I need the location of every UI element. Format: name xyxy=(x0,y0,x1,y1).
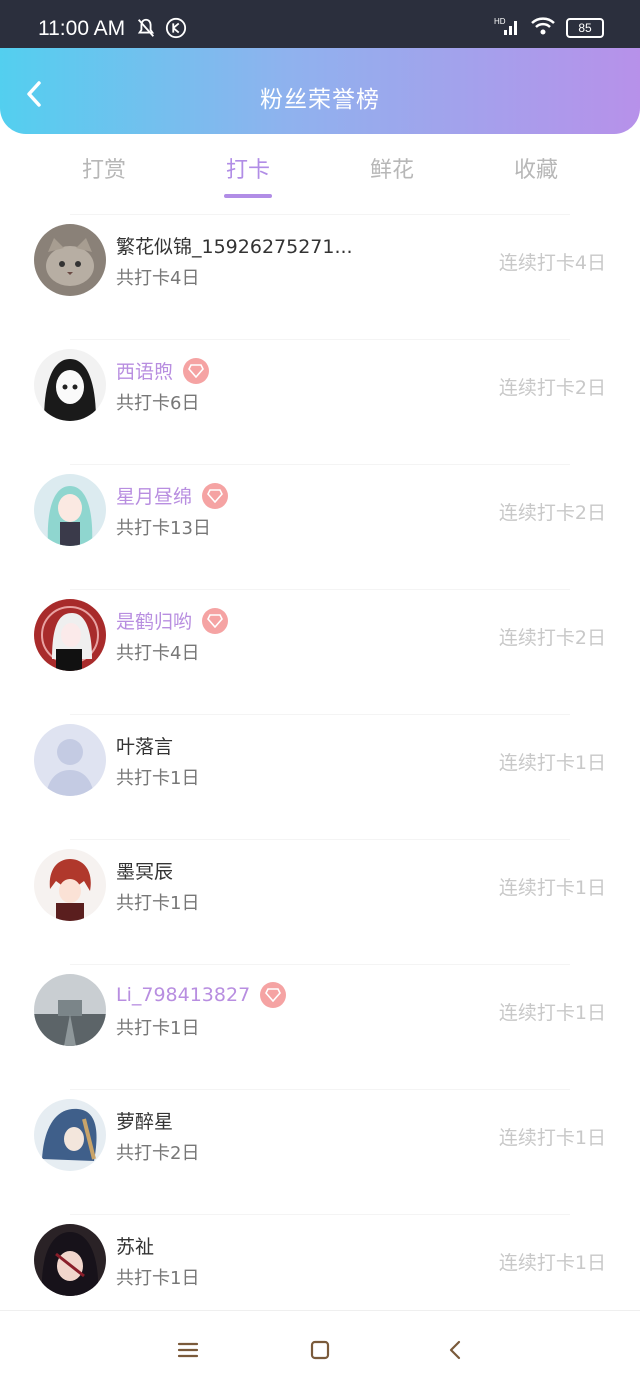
active-tab-indicator xyxy=(224,194,272,198)
status-bar: 11:00 AM HD 85 xyxy=(0,0,640,48)
streak-checkins: 连续打卡1日 xyxy=(498,1002,606,1024)
total-checkins: 共打卡2日 xyxy=(116,1143,200,1164)
fan-name: Li_798413827 xyxy=(116,984,251,1006)
list-item[interactable]: 叶落言 共打卡1日 连续打卡1日 xyxy=(0,714,640,839)
total-checkins: 共打卡6日 xyxy=(116,393,200,414)
page-header: 粉丝荣誉榜 xyxy=(0,48,640,134)
total-checkins: 共打卡4日 xyxy=(116,643,200,664)
avatar[interactable] xyxy=(34,849,106,921)
list-item[interactable]: 墨冥辰 共打卡1日 连续打卡1日 xyxy=(0,839,640,964)
streak-checkins: 连续打卡1日 xyxy=(498,1127,606,1149)
fan-name: 叶落言 xyxy=(116,736,174,758)
streak-checkins: 连续打卡4日 xyxy=(498,252,606,274)
streak-checkins: 连续打卡1日 xyxy=(498,752,606,774)
vip-diamond-icon xyxy=(183,357,210,384)
fan-name: 墨冥辰 xyxy=(116,861,174,883)
streak-checkins: 连续打卡2日 xyxy=(498,377,606,399)
tab-bar: 打赏 打卡 鲜花 收藏 xyxy=(0,134,640,214)
home-square-icon xyxy=(310,1340,330,1360)
system-back-button[interactable] xyxy=(440,1335,470,1365)
streak-checkins: 连续打卡1日 xyxy=(498,1252,606,1274)
avatar[interactable] xyxy=(34,224,106,296)
page-title: 粉丝荣誉榜 xyxy=(260,87,380,113)
tab-flower[interactable]: 鲜花 xyxy=(332,152,452,184)
menu-icon xyxy=(177,1342,199,1358)
back-triangle-icon xyxy=(449,1340,461,1360)
fan-name: 是鹤归哟 xyxy=(116,611,193,633)
tab-favorite[interactable]: 收藏 xyxy=(476,152,596,184)
recent-apps-button[interactable] xyxy=(173,1335,203,1365)
home-button[interactable] xyxy=(305,1335,335,1365)
wifi-icon xyxy=(530,16,556,40)
list-item[interactable]: 萝醉星 共打卡2日 连续打卡1日 xyxy=(0,1089,640,1214)
vip-diamond-icon xyxy=(202,482,229,509)
mute-icon xyxy=(135,17,157,43)
fan-name: 西语煦 xyxy=(116,361,174,383)
avatar[interactable] xyxy=(34,599,106,671)
avatar[interactable] xyxy=(34,1099,106,1171)
signal-icon: HD xyxy=(494,16,520,40)
vip-diamond-icon xyxy=(260,982,287,1008)
total-checkins: 共打卡1日 xyxy=(116,768,200,789)
streak-checkins: 连续打卡2日 xyxy=(498,627,606,649)
avatar[interactable] xyxy=(34,974,106,1046)
list-item[interactable]: 是鹤归哟 共打卡4日 连续打卡2日 xyxy=(0,589,640,714)
fan-name: 萝醉星 xyxy=(116,1111,174,1133)
tab-reward[interactable]: 打赏 xyxy=(44,152,164,184)
tab-checkin[interactable]: 打卡 xyxy=(188,152,308,184)
streak-checkins: 连续打卡2日 xyxy=(498,502,606,524)
fan-name: 苏祉 xyxy=(116,1236,155,1258)
list-item[interactable]: 繁花似锦_15926275271... 共打卡4日 连续打卡4日 xyxy=(0,214,640,339)
status-time: 11:00 AM xyxy=(38,17,126,40)
list-item[interactable]: 西语煦 共打卡6日 连续打卡2日 xyxy=(0,339,640,464)
total-checkins: 共打卡1日 xyxy=(116,893,200,914)
total-checkins: 共打卡4日 xyxy=(116,268,200,289)
avatar[interactable] xyxy=(34,474,106,546)
list-item[interactable]: 星月昼绵 共打卡13日 连续打卡2日 xyxy=(0,464,640,589)
total-checkins: 共打卡1日 xyxy=(116,1018,200,1039)
system-nav-bar xyxy=(0,1310,640,1388)
vip-diamond-icon xyxy=(202,607,229,634)
total-checkins: 共打卡13日 xyxy=(116,518,211,539)
svg-text:HD: HD xyxy=(494,17,506,26)
avatar[interactable] xyxy=(34,724,106,796)
avatar[interactable] xyxy=(34,1224,106,1296)
fan-list: 繁花似锦_15926275271... 共打卡4日 连续打卡4日 西语煦 共打卡… xyxy=(0,214,640,1339)
battery-indicator: 85 xyxy=(566,18,604,38)
list-item[interactable]: Li_798413827 共打卡1日 连续打卡1日 xyxy=(0,964,640,1089)
streak-checkins: 连续打卡1日 xyxy=(498,877,606,899)
k-app-icon xyxy=(165,17,187,43)
fan-name: 星月昼绵 xyxy=(116,486,193,508)
avatar[interactable] xyxy=(34,349,106,421)
fan-name: 繁花似锦_15926275271... xyxy=(116,236,353,258)
total-checkins: 共打卡1日 xyxy=(116,1268,200,1289)
